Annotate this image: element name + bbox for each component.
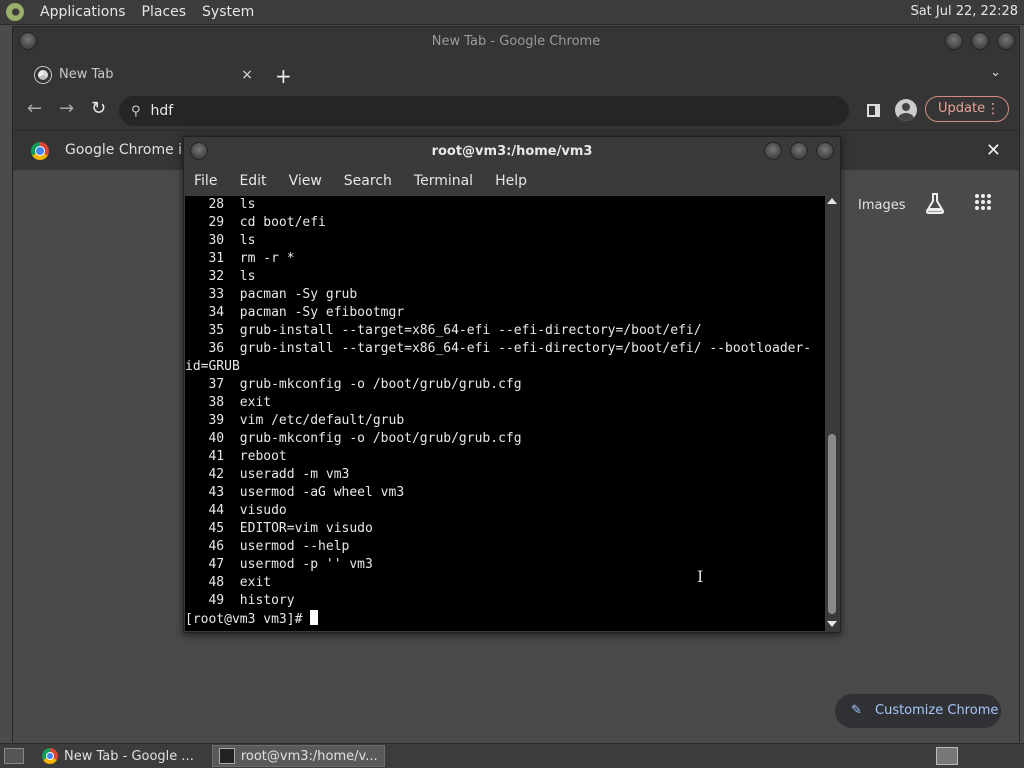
terminal-cursor [310,610,319,625]
clock[interactable]: Sat Jul 22, 22:28 [910,4,1018,19]
images-link[interactable]: Images [858,198,906,213]
terminal-line: 44 visudo [185,503,287,518]
terminal-titlebar[interactable]: root@vm3:/home/vm3 [184,137,840,167]
terminal-minimize-icon[interactable] [764,142,782,160]
apps-grid-icon[interactable] [975,194,991,210]
terminal-line: 34 pacman -Sy efibootmgr [185,305,405,320]
tabstrip: New Tab × + ⌄ [13,57,1019,90]
terminal-line: 31 rm -r * [185,251,295,266]
update-label: Update [938,101,986,116]
terminal-output[interactable]: 28 ls 29 cd boot/efi 30 ls 31 rm -r * 32… [185,196,827,631]
kebab-menu-icon[interactable]: ⋮ [986,97,1000,121]
terminal-maximize-icon[interactable] [790,142,808,160]
terminal-title: root@vm3:/home/vm3 [431,144,593,159]
infobar-close-icon[interactable]: ✕ [986,140,1001,161]
scrollbar-thumb[interactable] [828,434,836,614]
terminal-line: 45 EDITOR=vim visudo [185,521,373,536]
menu-applications[interactable]: Applications [32,4,134,20]
menu-terminal[interactable]: Terminal [414,173,495,189]
terminal-line: 37 grub-mkconfig -o /boot/grub/grub.cfg [185,377,522,392]
customize-label: Customize Chrome [875,703,999,718]
chrome-toolbar: ← → ↻ ⚲ hdf Update ⋮ [13,90,1019,130]
distro-logo-icon[interactable] [6,3,24,21]
pencil-icon: ✎ [851,703,862,718]
terminal-window-menu-icon[interactable] [190,142,208,160]
terminal-prompt: [root@vm3 vm3]# [185,612,311,627]
bottom-panel: New Tab - Google ... root@vm3:/home/v... [0,743,1024,768]
terminal-window: root@vm3:/home/vm3 File Edit View Search… [183,136,841,633]
menu-search[interactable]: Search [344,173,414,189]
taskbar-label: root@vm3:/home/v... [240,748,378,764]
menu-file[interactable]: File [194,173,239,189]
menu-system[interactable]: System [194,4,262,20]
terminal-line: 28 ls [185,197,256,212]
forward-arrow-icon[interactable]: → [59,98,74,119]
terminal-scrollbar[interactable] [825,196,839,631]
terminal-line: 42 useradd -m vm3 [185,467,350,482]
terminal-close-icon[interactable] [816,142,834,160]
terminal-line: 38 exit [185,395,272,410]
chrome-logo-icon [31,142,49,160]
terminal-line: 49 history [185,593,295,608]
menu-places[interactable]: Places [134,4,195,20]
profile-avatar-icon[interactable] [895,99,917,121]
address-bar[interactable]: ⚲ hdf [119,96,849,126]
terminal-line: 33 pacman -Sy grub [185,287,358,302]
terminal-line: 41 reboot [185,449,287,464]
customize-chrome-button[interactable]: ✎ Customize Chrome [835,694,1001,728]
new-tab-button[interactable]: + [275,64,292,88]
infobar-text: Google Chrome isn [65,142,199,158]
terminal-line: 39 vim /etc/default/grub [185,413,405,428]
workspace-switcher-icon[interactable] [936,747,958,765]
terminal-line: 48 exit [185,575,272,590]
search-icon: ⚲ [131,103,141,119]
tab-new-tab[interactable]: New Tab × [23,59,261,90]
terminal-line: 43 usermod -aG wheel vm3 [185,485,405,500]
update-button[interactable]: Update ⋮ [925,96,1009,122]
chrome-window-title: New Tab - Google Chrome [431,34,601,49]
terminal-line: 46 usermod --help [185,539,350,554]
tab-title: New Tab [59,67,114,82]
menu-help[interactable]: Help [495,173,549,189]
terminal-icon [218,748,235,764]
taskbar-item-chrome[interactable]: New Tab - Google ... [36,745,200,767]
terminal-menubar: File Edit View Search Terminal Help [184,167,840,195]
window-menu-icon[interactable] [19,32,37,50]
terminal-line: 40 grub-mkconfig -o /boot/grub/grub.cfg [185,431,522,446]
menu-edit[interactable]: Edit [239,173,288,189]
side-panel-icon[interactable] [867,104,880,117]
terminal-line: 29 cd boot/efi [185,215,326,230]
scroll-up-arrow-icon[interactable] [827,198,837,204]
terminal-line: 36 grub-install --target=x86_64-efi --ef… [185,341,812,356]
reload-icon[interactable]: ↻ [91,98,106,119]
address-bar-value: hdf [150,103,174,119]
back-arrow-icon[interactable]: ← [27,98,42,119]
terminal-line: 47 usermod -p '' vm3 [185,557,373,572]
terminal-prompt-line: [root@vm3 vm3]# [185,610,827,628]
close-window-icon[interactable] [997,32,1015,50]
menu-view[interactable]: View [289,173,344,189]
terminal-line: 32 ls [185,269,256,284]
chrome-favicon-icon [35,66,51,83]
show-desktop-icon[interactable] [4,748,24,764]
chrome-titlebar[interactable]: New Tab - Google Chrome [13,27,1019,57]
tab-search-chevron-icon[interactable]: ⌄ [990,65,1001,80]
terminal-line: id=GRUB [185,359,240,374]
labs-flask-icon[interactable] [925,192,945,214]
maximize-icon[interactable] [971,32,989,50]
tab-close-icon[interactable]: × [241,67,253,83]
terminal-line: 30 ls [185,233,256,248]
terminal-line: 35 grub-install --target=x86_64-efi --ef… [185,323,702,338]
minimize-icon[interactable] [945,32,963,50]
chrome-icon [42,748,58,764]
scroll-down-arrow-icon[interactable] [827,621,837,627]
taskbar-label: New Tab - Google ... [64,748,194,764]
top-panel: Applications Places System Sat Jul 22, 2… [0,0,1024,25]
taskbar-item-terminal[interactable]: root@vm3:/home/v... [211,745,385,767]
text-cursor-ibeam-icon: I [697,567,704,586]
